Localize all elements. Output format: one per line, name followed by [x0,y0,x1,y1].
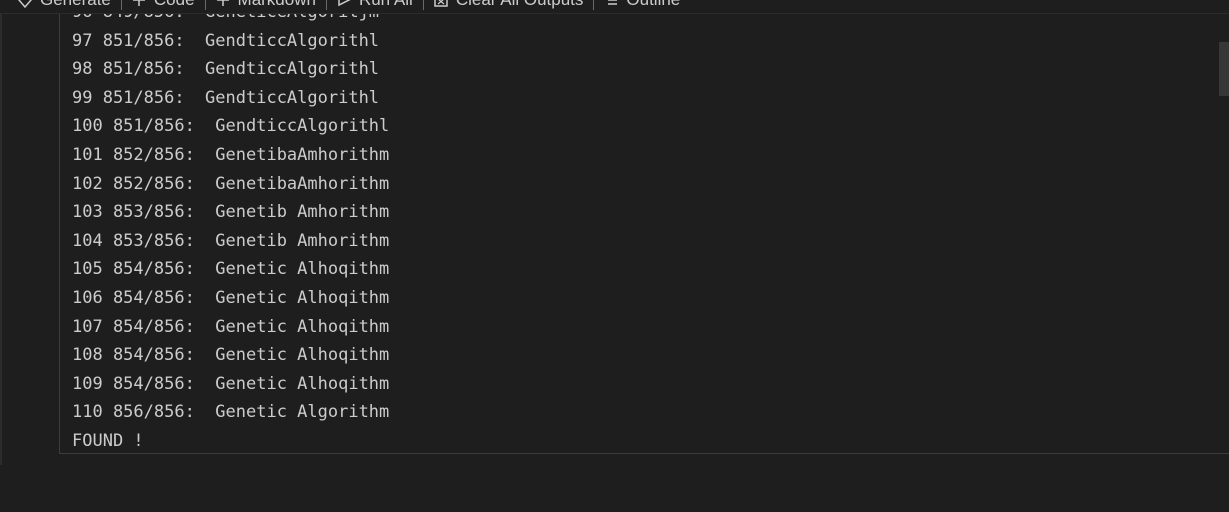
add-code-cell-button[interactable]: Code [122,0,205,10]
editor-left-border [0,14,2,465]
outline-button[interactable]: Outline [594,0,690,10]
output-line: 108 854/856: Genetic Alhoqithm [72,345,390,366]
plus-icon [216,0,230,8]
output-line: 110 856/856: Genetic Algorithm [72,402,390,423]
markdown-label: Markdown [238,0,316,10]
generate-label: Generate [40,0,111,10]
output-line: 97 851/856: GendticcAlgorithl [72,30,380,51]
plus-icon [132,0,146,8]
output-line: 107 854/856: Genetic Alhoqithm [72,316,390,337]
output-scrollbar[interactable] [1219,14,1229,453]
output-line: 104 853/856: Genetib Amhorithm [72,230,390,251]
add-markdown-cell-button[interactable]: Markdown [206,0,326,10]
output-lines: 96 849/856: GeneticeAlgoritjm 97 851/856… [72,0,390,453]
output-line: 105 854/856: Genetic Alhoqithm [72,259,390,280]
toolbar-items: Generate Code Markdown Run All [0,0,690,12]
scrollbar-thumb[interactable] [1219,42,1229,96]
generate-button[interactable]: Generate [0,0,121,10]
run-all-icon [337,0,351,8]
output-line: 98 851/856: GendticcAlgorithl [72,59,380,80]
notebook-toolbar: Generate Code Markdown Run All [0,0,1229,14]
run-all-button[interactable]: Run All [327,0,423,10]
diamond-icon [18,0,32,9]
code-label: Code [154,0,195,10]
clear-all-outputs-label: Clear All Outputs [456,0,584,10]
found-message: FOUND ! [72,430,144,451]
run-all-label: Run All [359,0,413,10]
clear-all-outputs-button[interactable]: Clear All Outputs [424,0,594,10]
output-line: 102 852/856: GenetibaAmhorithm [72,173,390,194]
outline-icon [604,0,618,8]
output-line: 101 852/856: GenetibaAmhorithm [72,144,390,165]
clear-outputs-icon [434,0,448,8]
output-line: 100 851/856: GendticcAlgorithl [72,116,390,137]
output-line: 99 851/856: GendticcAlgorithl [72,87,380,108]
output-line: 103 853/856: Genetib Amhorithm [72,202,390,223]
output-line: 109 854/856: Genetic Alhoqithm [72,373,390,394]
outline-label: Outline [626,0,680,10]
output-line: 106 854/856: Genetic Alhoqithm [72,287,390,308]
cell-output: 96 849/856: GeneticeAlgoritjm 97 851/856… [59,0,1229,454]
